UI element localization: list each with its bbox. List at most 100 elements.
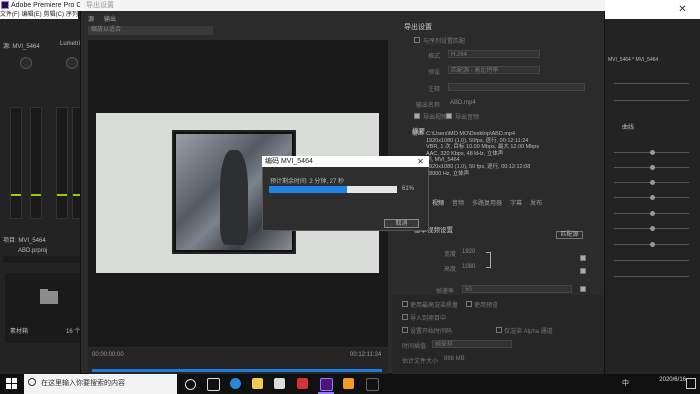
preset-dropdown[interactable]: 匹配源 - 高比特率: [448, 66, 540, 74]
use-previews-label: 使用预览: [474, 303, 499, 309]
tab-output[interactable]: 输出: [104, 14, 116, 23]
audio-meter: [10, 107, 22, 219]
alpha-only-checkbox[interactable]: [496, 327, 502, 333]
tab-source[interactable]: 源: [88, 14, 94, 23]
audio-meter: [56, 107, 68, 219]
output-name-label: 输出名称: [416, 103, 441, 109]
comments-input[interactable]: [448, 83, 585, 91]
tab-video[interactable]: 视频: [432, 201, 444, 207]
height-value[interactable]: 1080: [462, 264, 475, 270]
summary-line: C:\Users\MO MO\Desktop\ABD.mp4: [426, 131, 516, 137]
encode-progress-bar: [269, 186, 397, 193]
tab-captions[interactable]: 字幕: [510, 201, 522, 207]
cortana-icon[interactable]: [185, 379, 196, 390]
search-icon: [28, 378, 36, 386]
notification-icon[interactable]: [686, 378, 696, 389]
window-close-button[interactable]: ✕: [665, 0, 700, 19]
slider-track[interactable]: [614, 83, 689, 84]
app-icon[interactable]: [343, 378, 354, 389]
use-previews-checkbox[interactable]: [466, 301, 472, 307]
progress-fill: [269, 186, 348, 193]
menu-clip[interactable]: 剪辑(C): [44, 12, 64, 18]
slider-track[interactable]: [614, 260, 689, 261]
link-aspect-icon[interactable]: [486, 252, 491, 268]
slider-handle[interactable]: [650, 150, 655, 155]
slider-handle[interactable]: [650, 195, 655, 200]
slider-handle[interactable]: [650, 165, 655, 170]
width-value[interactable]: 1920: [462, 249, 475, 255]
close-icon[interactable]: ✕: [412, 156, 429, 167]
summary-line: 1920x1080 (1.0), 50 fps, 逐行, 00:12:12:08: [426, 163, 531, 170]
output-name-link[interactable]: ABD.mp4: [450, 100, 476, 106]
slider-handle[interactable]: [650, 242, 655, 247]
import-project-checkbox[interactable]: [402, 314, 408, 320]
file-explorer-icon[interactable]: [252, 378, 263, 389]
item-count: 16 个: [66, 329, 81, 335]
export-video-label: 导出视频: [423, 115, 448, 121]
export-settings-title: 导出设置: [404, 24, 432, 31]
height-match-checkbox[interactable]: [580, 268, 586, 274]
export-summary: 输出: C:\Users\MO MO\Desktop\ABD.mp4 1920x…: [412, 123, 602, 193]
menu-bar: 文件(F) 编辑(E) 剪辑(C) 序列(S): [0, 11, 86, 19]
app-icon[interactable]: [297, 378, 308, 389]
audio-meter: [30, 107, 42, 219]
tab-publish[interactable]: 发布: [530, 201, 542, 207]
estimated-size-value: 888 MB: [444, 356, 465, 362]
lumetri-tab[interactable]: Lumetri: [60, 41, 80, 47]
bin-label: 素材箱: [10, 329, 29, 335]
export-video-checkbox[interactable]: [414, 113, 420, 119]
start-timecode-checkbox[interactable]: [402, 327, 408, 333]
export-audio-checkbox[interactable]: [446, 113, 452, 119]
menu-edit[interactable]: 编辑(E): [22, 12, 42, 18]
premiere-taskbar-icon[interactable]: [320, 378, 333, 391]
ime-indicator[interactable]: 中: [622, 380, 629, 387]
tab-multiplexer[interactable]: 多路复用器: [472, 201, 502, 207]
match-sequence-label: 与序列设置匹配: [423, 39, 466, 45]
match-source-button[interactable]: 匹配源: [556, 231, 583, 239]
pan-knob[interactable]: [20, 57, 32, 69]
height-label: 高度: [444, 267, 457, 273]
import-project-label: 导入到项目中: [410, 316, 447, 322]
pan-knob-2[interactable]: [66, 57, 78, 69]
cancel-button[interactable]: 取消: [384, 219, 419, 228]
alpha-only-label: 仅渲染 Alpha 通道: [504, 329, 553, 335]
menu-file[interactable]: 文件(F): [0, 12, 20, 18]
summary-line: 48000 Hz, 立体声: [426, 170, 470, 177]
project-tab[interactable]: 项目: MVI_5464: [3, 235, 46, 244]
estimated-size-label: 估计文件大小: [402, 359, 439, 365]
clock-date: 2020/6/16: [659, 377, 686, 383]
statue-figure: [220, 150, 248, 245]
max-quality-checkbox[interactable]: [402, 301, 408, 307]
edge-browser-icon[interactable]: [230, 378, 241, 389]
slider-track[interactable]: [614, 100, 689, 101]
summary-line: VBR, 1 次, 目标 10.00 Mbps, 最大 12.00 Mbps: [426, 144, 540, 151]
time-interpolation-label: 时间插值: [402, 344, 427, 350]
taskbar-clock[interactable]: 2020/6/16: [646, 376, 686, 392]
width-label: 宽度: [444, 252, 457, 258]
lumetri-track: MVI_5464 * MVI_5464: [608, 57, 659, 63]
slider-track[interactable]: [614, 276, 689, 277]
time-interpolation-dropdown[interactable]: 帧采样: [432, 340, 512, 348]
slider-handle[interactable]: [650, 180, 655, 185]
source-tab[interactable]: 源: MVI_5464: [3, 41, 40, 50]
slider-handle[interactable]: [650, 211, 655, 216]
mail-icon[interactable]: [274, 378, 285, 389]
summary-output-label: 输出: [412, 131, 424, 137]
format-dropdown[interactable]: H.264: [448, 50, 540, 58]
effects-curve-label: 曲线: [622, 125, 635, 131]
windows-start-icon[interactable]: [6, 378, 17, 389]
task-view-icon[interactable]: [207, 378, 220, 391]
timeline-range-bar[interactable]: [92, 369, 382, 372]
time-remaining: 预计剩余时间: 2 分钟, 27 秒: [270, 179, 345, 185]
source-scaling-dropdown[interactable]: 缩放以适合: [88, 26, 213, 35]
slider-handle[interactable]: [650, 226, 655, 231]
tab-audio[interactable]: 音频: [452, 201, 464, 207]
project-search-input[interactable]: [3, 256, 83, 263]
frame-rate-match-checkbox[interactable]: [580, 286, 586, 292]
frame-rate-dropdown[interactable]: 50: [462, 285, 572, 293]
format-label: 格式: [428, 54, 441, 60]
start-timecode-label: 设置开始时间码: [410, 329, 453, 335]
width-match-checkbox[interactable]: [580, 255, 586, 261]
terminal-icon[interactable]: [366, 378, 379, 391]
match-sequence-checkbox[interactable]: [414, 37, 420, 43]
